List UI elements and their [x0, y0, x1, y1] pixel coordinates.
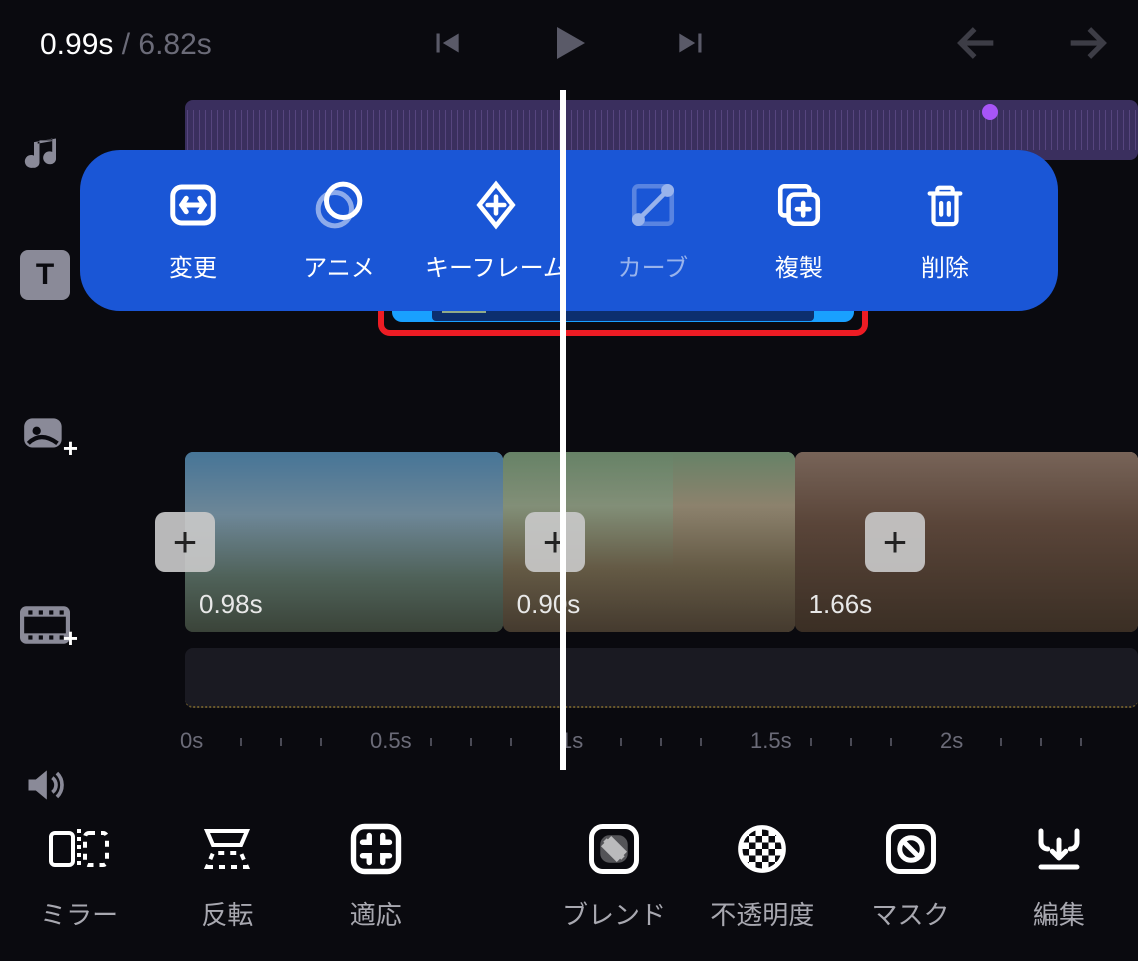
overlay-track-icon[interactable]: +: [20, 410, 70, 460]
edit-button[interactable]: 編集: [990, 821, 1128, 932]
duplicate-button[interactable]: 複製: [739, 178, 859, 283]
ruler-tick: 2s: [940, 728, 963, 754]
video-clip[interactable]: 1.66s: [795, 452, 1138, 632]
time-ruler[interactable]: 0s 0.5s 1s 1.5s 2s: [140, 728, 1138, 768]
curve-icon: [628, 178, 678, 232]
clip-duration: 1.66s: [809, 589, 873, 620]
ruler-tick: 0s: [180, 728, 203, 754]
transition-button[interactable]: +: [155, 512, 215, 572]
change-button[interactable]: 変更: [133, 178, 253, 283]
mask-button[interactable]: マスク: [841, 821, 979, 932]
mirror-button[interactable]: ミラー: [10, 821, 148, 932]
track-rail: T + +: [0, 100, 90, 810]
time-display: 0.99s / 6.82s: [40, 28, 212, 62]
undo-button[interactable]: [956, 21, 1012, 70]
flip-icon: [199, 821, 255, 877]
ruler-tick: 0.5s: [370, 728, 412, 754]
blend-button[interactable]: ブレンド: [545, 821, 683, 932]
opacity-icon: [736, 821, 788, 877]
fit-icon: [349, 821, 403, 877]
edit-icon: [1032, 821, 1086, 877]
transition-button[interactable]: +: [865, 512, 925, 572]
transition-button[interactable]: +: [525, 512, 585, 572]
total-time: / 6.82s: [122, 28, 212, 61]
delete-button[interactable]: 削除: [885, 178, 1005, 283]
keyframe-icon: [471, 178, 521, 232]
blend-icon: [587, 821, 641, 877]
sound-track[interactable]: [185, 648, 1138, 708]
clip-duration: 0.98s: [199, 589, 263, 620]
duplicate-icon: [773, 178, 825, 232]
next-button[interactable]: [673, 21, 711, 70]
opacity-button[interactable]: 不透明度: [693, 821, 831, 932]
text-track-icon[interactable]: T: [20, 250, 70, 300]
animate-button[interactable]: アニメ: [279, 178, 399, 283]
fit-button[interactable]: 適応: [307, 821, 445, 932]
audio-marker[interactable]: [982, 104, 998, 120]
video-track-icon[interactable]: +: [20, 600, 70, 650]
ruler-tick: 1.5s: [750, 728, 792, 754]
trash-icon: [922, 178, 968, 232]
flip-button[interactable]: 反転: [158, 821, 296, 932]
music-track-icon[interactable]: [20, 130, 70, 180]
video-track[interactable]: 0.98s 0.90s 1.66s + + +: [185, 452, 1138, 632]
redo-button[interactable]: [1052, 21, 1108, 70]
bottom-toolbar: ミラー 反転 適応 ブレンド 不透明度 マスク 編集: [0, 791, 1138, 961]
anime-icon: [313, 178, 365, 232]
keyframe-button[interactable]: キーフレーム: [425, 178, 567, 283]
playhead[interactable]: [560, 90, 566, 770]
video-clip[interactable]: 0.98s: [185, 452, 503, 632]
mask-icon: [884, 821, 938, 877]
replace-icon: [166, 178, 220, 232]
curve-button[interactable]: カーブ: [593, 178, 713, 283]
prev-button[interactable]: [427, 21, 465, 70]
clip-toolbar: 変更 アニメ キーフレーム カーブ 複製 削除: [80, 150, 1058, 311]
play-button[interactable]: [545, 16, 593, 75]
playback-bar: 0.99s / 6.82s: [0, 0, 1138, 90]
mirror-icon: [47, 821, 111, 877]
clip-duration: 0.90s: [517, 589, 581, 620]
current-time: 0.99s: [40, 28, 113, 61]
